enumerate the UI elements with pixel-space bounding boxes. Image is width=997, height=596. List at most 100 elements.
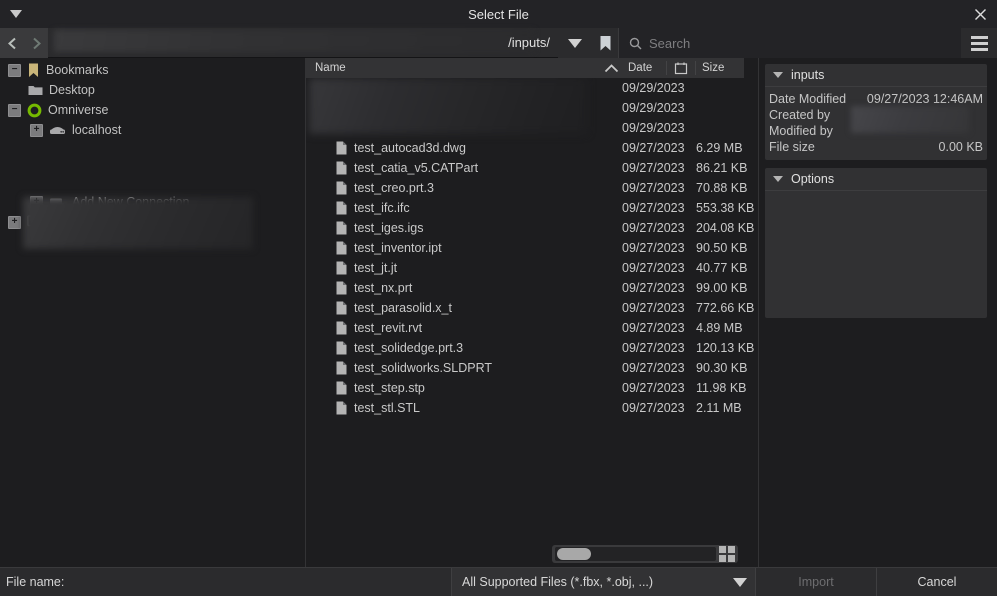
file-size-cell: 70.88 KB (696, 181, 758, 195)
file-icon (336, 341, 347, 355)
file-date-cell: 09/27/2023 (622, 281, 696, 295)
table-row[interactable]: test_ifc.ifc09/27/2023553.38 KB (306, 198, 758, 218)
path-history-dropdown[interactable] (558, 28, 592, 58)
sort-ascending-indicator[interactable] (598, 64, 624, 73)
path-field[interactable]: /inputs/ (48, 28, 558, 58)
column-header-size[interactable]: Size (696, 62, 744, 74)
collapse-toggle[interactable]: − (8, 64, 21, 77)
file-icon (336, 241, 347, 255)
file-size-cell: 90.50 KB (696, 241, 758, 255)
file-name-label: test_step.stp (354, 381, 425, 395)
file-icon (336, 241, 347, 255)
file-icon (336, 341, 347, 355)
details-panel: inputs Date Modified 09/27/2023 12:46AM … (759, 58, 997, 567)
file-icon (336, 281, 347, 295)
table-row[interactable]: test_inventor.ipt 09/27/202390.50 KB (306, 238, 758, 258)
sidebar-item-localhost[interactable]: + localhost (0, 120, 305, 140)
table-row[interactable]: test_autocad3d.dwg09/27/20236.29 MB (306, 138, 758, 158)
sidebar-item-desktop[interactable]: Desktop (0, 80, 305, 100)
file-icon (336, 281, 347, 295)
metadata-label: Modified by (769, 124, 833, 138)
file-name-label: test_iges.igs (354, 221, 423, 235)
column-header-name[interactable]: Name (306, 62, 598, 74)
table-row[interactable]: test_revit.rvt09/27/20234.89 MB (306, 318, 758, 338)
file-date-cell: 09/27/2023 (622, 221, 696, 235)
hamburger-icon (971, 36, 988, 39)
slider-thumb[interactable] (557, 548, 591, 560)
expand-toggle[interactable]: + (8, 216, 21, 229)
metadata-value: 09/27/2023 12:46AM (867, 92, 983, 106)
file-icon (336, 161, 347, 175)
calendar-icon[interactable] (666, 61, 696, 75)
metadata-label: File size (769, 140, 815, 154)
window-menu-button[interactable] (0, 0, 32, 28)
file-name-label: test_inventor.ipt (354, 241, 442, 255)
metadata-value: 0.00 KB (939, 140, 983, 154)
forward-button[interactable] (24, 28, 48, 58)
thumbnail-size-slider[interactable] (555, 547, 716, 561)
filename-input[interactable] (96, 568, 451, 596)
file-size-cell: 2.11 MB (696, 401, 758, 415)
file-icon (336, 401, 347, 415)
file-rows-container[interactable]: 09/29/202309/29/202309/29/2023 test_auto… (306, 78, 758, 541)
close-button[interactable] (963, 0, 997, 28)
column-header-date[interactable]: Date (624, 62, 666, 74)
file-icon (336, 321, 347, 335)
sidebar-item-bookmarks[interactable]: − Bookmarks (0, 60, 305, 80)
table-row[interactable]: test_parasolid.x_t09/27/2023772.66 KB (306, 298, 758, 318)
back-button[interactable] (0, 28, 24, 58)
server-icon (49, 124, 66, 136)
bookmark-icon (599, 35, 612, 52)
omniverse-ring-icon (27, 103, 42, 118)
table-row[interactable]: test_solidworks.SLDPRT09/27/202390.30 KB (306, 358, 758, 378)
import-button[interactable]: Import (756, 568, 877, 596)
metadata-label: Created by (769, 108, 830, 122)
page-title: Select File (0, 7, 997, 22)
redacted-path-segment (54, 30, 534, 52)
sidebar-item-label: Desktop (49, 83, 95, 97)
table-row[interactable]: test_iges.igs09/27/2023204.08 KB (306, 218, 758, 238)
collapse-toggle[interactable]: − (8, 104, 21, 117)
table-row[interactable]: test_solidedge.prt.309/27/2023120.13 KB (306, 338, 758, 358)
table-row[interactable]: test_stl.STL09/27/20232.11 MB (306, 398, 758, 418)
file-size-cell: 11.98 KB (696, 381, 758, 395)
expand-toggle[interactable]: + (30, 124, 43, 137)
file-name-label: test_catia_v5.CATPart (354, 161, 478, 175)
caret-down-icon (773, 72, 783, 78)
thumbnail-size-control[interactable] (552, 545, 738, 563)
file-date-cell: 09/27/2023 (622, 341, 696, 355)
bottom-bar: File name: All Supported Files (*.fbx, *… (0, 567, 997, 596)
file-name-cell: test_catia_v5.CATPart (306, 161, 622, 175)
options-menu-button[interactable] (961, 28, 997, 58)
sidebar-item-omniverse[interactable]: − Omniverse (0, 100, 305, 120)
caret-down-icon (773, 176, 783, 182)
file-type-filter-dropdown[interactable]: All Supported Files (*.fbx, *.obj, ...) (451, 568, 756, 596)
file-date-cell: 09/27/2023 (622, 241, 696, 255)
filename-label: File name: (0, 568, 96, 596)
bookmark-icon (27, 63, 40, 78)
search-box[interactable]: Search (618, 28, 961, 58)
metadata-row-date-modified: Date Modified 09/27/2023 12:46AM (769, 91, 983, 107)
file-list-footer (306, 541, 758, 567)
add-bookmark-button[interactable] (592, 28, 618, 58)
grid-view-icon[interactable] (719, 546, 735, 562)
file-icon (336, 301, 347, 315)
cancel-button[interactable]: Cancel (877, 568, 997, 596)
table-row[interactable]: test_jt.jt09/27/202340.77 KB (306, 258, 758, 278)
inputs-section-header[interactable]: inputs (765, 64, 987, 87)
file-name-label: test_solidworks.SLDPRT (354, 361, 492, 375)
file-date-cell: 09/29/2023 (622, 121, 696, 135)
hamburger-icon (971, 48, 988, 51)
main-content: − Bookmarks Desktop − (0, 58, 997, 567)
file-date-cell: 09/27/2023 (622, 201, 696, 215)
file-icon (336, 401, 347, 415)
table-row[interactable]: test_nx.prt09/27/202399.00 KB (306, 278, 758, 298)
table-row[interactable]: test_step.stp09/27/202311.98 KB (306, 378, 758, 398)
sidebar-item-label: Omniverse (48, 103, 108, 117)
table-row[interactable]: test_catia_v5.CATPart09/27/202386.21 KB (306, 158, 758, 178)
table-row[interactable]: test_creo.prt.309/27/202370.88 KB (306, 178, 758, 198)
search-input[interactable]: Search (649, 36, 690, 51)
options-section-header[interactable]: Options (765, 168, 987, 191)
path-toolbar: /inputs/ Search (0, 28, 997, 58)
caret-down-icon (733, 578, 747, 587)
